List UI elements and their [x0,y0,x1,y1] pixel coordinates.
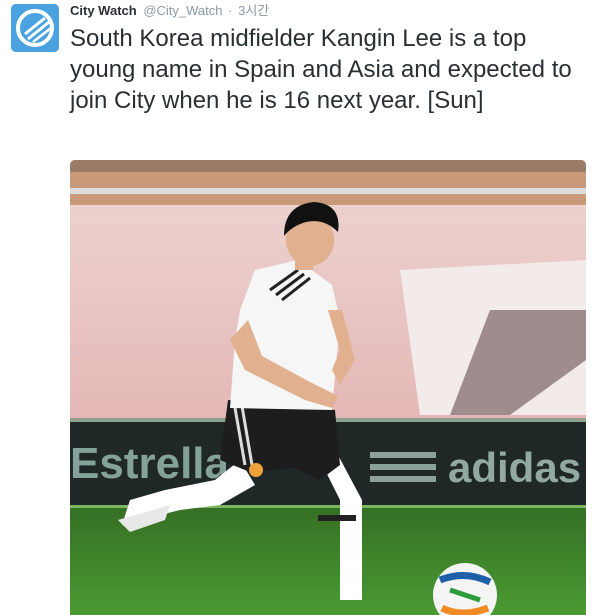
avatar[interactable] [11,4,59,52]
account-handle[interactable]: @City_Watch [143,3,222,18]
city-watch-logo-icon [11,4,59,52]
ad-board-right-text: adidas [448,444,581,491]
account-name[interactable]: City Watch [70,3,137,18]
football-player-photo: Estrella adidas [70,160,586,615]
ad-board-left-text: Estrella [70,439,230,488]
adidas-stripes [370,452,436,482]
header-separator: · [228,3,233,18]
tweet-text: South Korea midfielder Kangin Lee is a t… [70,25,572,114]
tweet-header: City Watch @City_Watch · 3시간 [70,1,269,21]
tweet-timestamp[interactable]: 3시간 [238,3,269,18]
tweet-photo[interactable]: Estrella adidas [70,160,586,615]
